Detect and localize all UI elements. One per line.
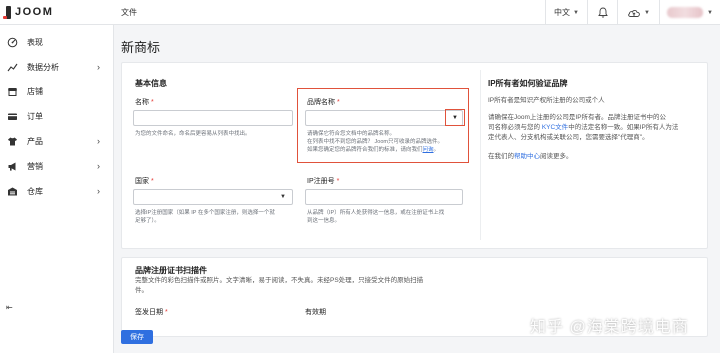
basic-info-title: 基本信息 xyxy=(135,79,167,88)
sidebar-item-performance[interactable]: 表现 xyxy=(0,31,114,53)
sidebar-item-label: 产品 xyxy=(27,136,43,146)
notifications-button[interactable] xyxy=(588,0,618,25)
help-center-text: 在我们的帮助中心阅读更多。 xyxy=(488,153,573,160)
ip-number-label: IP注册号 * xyxy=(307,178,340,185)
name-input[interactable] xyxy=(133,110,293,126)
country-select[interactable]: ▼ xyxy=(133,189,293,205)
sidebar-item-products[interactable]: 产品 › xyxy=(0,130,114,152)
brand-name-highlight xyxy=(297,88,469,163)
chevron-right-icon: › xyxy=(97,161,100,171)
chevron-down-icon: ▼ xyxy=(452,114,458,121)
help-center-link[interactable]: 帮助中心 xyxy=(514,153,540,160)
country-label: 国家 * xyxy=(135,178,154,185)
collapse-sidebar-icon[interactable]: ⇤ xyxy=(6,303,13,312)
dashboard-icon xyxy=(6,36,18,48)
ip-number-hint: 从品牌（IP）所有人处获得这一信息，或在注册证书上找 到这一信息。 xyxy=(307,210,445,224)
chevron-down-icon: ▼ xyxy=(644,9,650,16)
ip-owner-instructions: 请确保在Joom上注册的公司是IP所有者。品牌注册证书中的公 司名称必须与您的 … xyxy=(488,114,679,141)
joom-logo-mark xyxy=(3,5,11,19)
sidebar-item-orders[interactable]: 订单 xyxy=(0,105,114,127)
documents-link[interactable]: 文件 xyxy=(121,7,137,18)
sidebar-item-analytics[interactable]: 数据分析 › xyxy=(0,56,114,78)
store-icon xyxy=(6,85,18,97)
ip-owner-title: IP所有者如何验证品牌 xyxy=(488,79,568,88)
chevron-right-icon: › xyxy=(97,62,100,72)
joom-logo[interactable]: JOOM xyxy=(3,5,54,19)
kyc-documents-link[interactable]: KYC文件 xyxy=(542,124,568,131)
sidebar: 表现 数据分析 › 店铺 订单 产品 › 营销 › 仓库 › ⇤ xyxy=(0,25,114,353)
chevron-right-icon: › xyxy=(97,136,100,146)
language-label: 中文 xyxy=(554,8,571,17)
sidebar-item-label: 店铺 xyxy=(27,86,43,96)
chevron-down-icon: ▼ xyxy=(280,194,286,200)
ip-owner-definition: IP所有者是知识产权所注册的公司或个人 xyxy=(488,97,605,104)
validity-label: 有效期 xyxy=(305,309,326,316)
chevron-down-icon: ▼ xyxy=(707,9,713,16)
certificate-scan-description: 完整文件的彩色扫描件或照片。文字清晰，易于阅读，不失真。未经PS处理，只接受文件… xyxy=(135,277,424,294)
brand-name: JOOM xyxy=(15,6,54,18)
language-selector[interactable]: 中文 ▼ xyxy=(545,0,588,25)
upload-button[interactable]: ▼ xyxy=(618,0,660,25)
warehouse-icon xyxy=(6,185,18,197)
cloud-upload-icon xyxy=(628,9,640,17)
top-bar: JOOM 文件 中文 ▼ ▼ ▼ xyxy=(0,0,720,25)
certificate-scan-title: 品牌注册证书扫描件 xyxy=(135,266,207,275)
sidebar-item-label: 数据分析 xyxy=(27,62,59,72)
name-label: 名称 * xyxy=(135,99,154,106)
user-name-blurred xyxy=(667,7,704,18)
sidebar-item-store[interactable]: 店铺 xyxy=(0,80,114,102)
issue-date-label: 签发日期 * xyxy=(135,309,168,316)
bell-icon xyxy=(597,7,608,18)
sidebar-item-label: 表现 xyxy=(27,37,43,47)
page-title: 新商标 xyxy=(121,40,161,55)
chevron-right-icon: › xyxy=(97,186,100,196)
ip-number-input[interactable] xyxy=(305,189,463,205)
sidebar-item-label: 订单 xyxy=(27,111,43,121)
chevron-down-icon: ▼ xyxy=(573,9,579,16)
marketing-icon xyxy=(6,160,18,172)
sidebar-item-label: 营销 xyxy=(27,161,43,171)
products-icon xyxy=(6,135,18,147)
sidebar-item-warehouse[interactable]: 仓库 › xyxy=(0,180,114,202)
watermark-text: 知乎 @海棠跨境电商 xyxy=(530,319,689,336)
sidebar-item-marketing[interactable]: 营销 › xyxy=(0,155,114,177)
country-hint: 选择IP注册国家（如果 IP 在多个国家注册，则选择一个就 足够了）。 xyxy=(135,210,275,224)
name-hint: 为您的文件命名，命名后更容易从列表中找出。 xyxy=(135,131,251,137)
sidebar-item-label: 仓库 xyxy=(27,186,43,196)
orders-icon xyxy=(6,110,18,122)
brand-name-dropdown-toggle[interactable]: ▼ xyxy=(445,109,465,126)
save-button[interactable]: 保存 xyxy=(121,330,153,344)
user-menu[interactable]: ▼ xyxy=(660,0,720,25)
analytics-icon xyxy=(6,61,18,73)
column-divider xyxy=(480,70,481,240)
